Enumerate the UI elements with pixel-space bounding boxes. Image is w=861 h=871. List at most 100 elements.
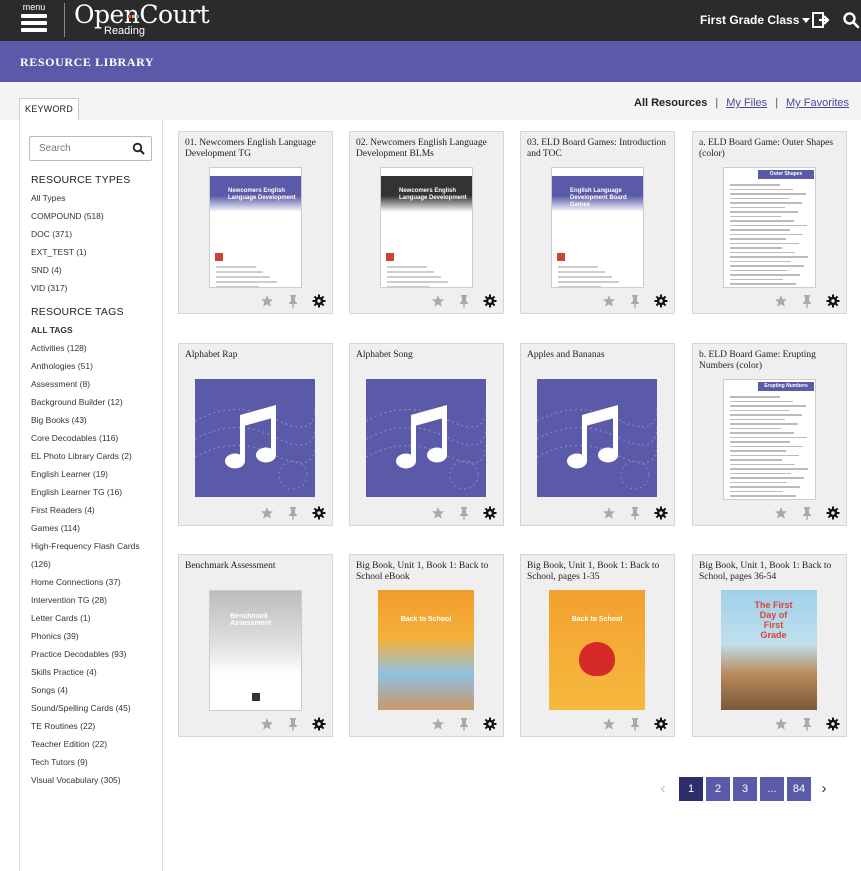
gear-icon[interactable] [312, 717, 326, 731]
pin-icon[interactable] [800, 506, 814, 520]
resource-tag-item[interactable]: Visual Vocabulary (305) [31, 771, 140, 789]
menu-button[interactable]: menu [14, 2, 54, 38]
star-icon[interactable] [602, 294, 616, 308]
resource-type-item[interactable]: SND (4) [31, 261, 104, 279]
pagination-page[interactable]: ... [760, 777, 784, 801]
star-icon[interactable] [602, 717, 616, 731]
pagination-next[interactable]: › [816, 777, 832, 801]
resource-card[interactable]: 02. Newcomers English Language Developme… [349, 131, 504, 314]
pagination-page[interactable]: 1 [679, 777, 703, 801]
resource-tag-item[interactable]: Phonics (39) [31, 627, 140, 645]
pin-icon[interactable] [457, 294, 471, 308]
pagination-page[interactable]: 84 [787, 777, 811, 801]
gear-icon[interactable] [826, 294, 840, 308]
resource-tag-item[interactable]: Big Books (43) [31, 411, 140, 429]
resource-tag-item[interactable]: Skills Practice (4) [31, 663, 140, 681]
gear-icon[interactable] [483, 717, 497, 731]
pin-icon[interactable] [457, 717, 471, 731]
resource-card[interactable]: Big Book, Unit 1, Book 1: Back to School… [520, 554, 675, 737]
resource-card[interactable]: Alphabet Song [349, 343, 504, 526]
resource-tag-item[interactable]: First Readers (4) [31, 501, 140, 519]
view-my-files[interactable]: My Files [726, 97, 767, 109]
resource-title[interactable]: Alphabet Song [356, 350, 499, 361]
pin-icon[interactable] [286, 294, 300, 308]
music-note-icon[interactable] [366, 379, 486, 497]
gear-icon[interactable] [312, 294, 326, 308]
search-icon[interactable] [132, 142, 145, 155]
resource-tag-item[interactable]: ALL TAGS [31, 321, 140, 339]
gear-icon[interactable] [826, 717, 840, 731]
resource-tag-item[interactable]: Assessment (8) [31, 375, 140, 393]
tab-keyword[interactable]: KEYWORD [19, 98, 79, 120]
resource-thumbnail[interactable]: English Language Development Board Games [551, 167, 644, 288]
resource-tag-item[interactable]: Home Connections (37) [31, 573, 140, 591]
search-icon[interactable] [842, 11, 860, 29]
gear-icon[interactable] [654, 294, 668, 308]
resource-title[interactable]: Apples and Bananas [527, 350, 670, 361]
resource-tag-item[interactable]: Core Decodables (116) [31, 429, 140, 447]
music-note-icon[interactable] [195, 379, 315, 497]
resource-tag-item[interactable]: EL Photo Library Cards (2) [31, 447, 140, 465]
resource-thumbnail[interactable]: Newcomers English Language Development [380, 167, 473, 288]
resource-tag-item[interactable]: Songs (4) [31, 681, 140, 699]
resource-card[interactable]: Apples and Bananas [520, 343, 675, 526]
resource-tag-item[interactable]: Background Builder (12) [31, 393, 140, 411]
resource-tag-item[interactable]: Tech Tutors (9) [31, 753, 140, 771]
resource-title[interactable]: Big Book, Unit 1, Book 1: Back to School… [356, 561, 499, 583]
resource-tag-item[interactable]: Sound/Spelling Cards (45) [31, 699, 140, 717]
resource-card[interactable]: a. ELD Board Game: Outer Shapes (color) O… [692, 131, 847, 314]
resource-tag-item[interactable]: High-Frequency Flash Cards [31, 537, 140, 555]
resource-thumbnail[interactable]: Newcomers English Language Development [209, 167, 302, 288]
gear-icon[interactable] [654, 717, 668, 731]
star-icon[interactable] [431, 506, 445, 520]
pin-icon[interactable] [457, 506, 471, 520]
view-my-favorites[interactable]: My Favorites [786, 97, 849, 109]
resource-type-item[interactable]: EXT_TEST (1) [31, 243, 104, 261]
pin-icon[interactable] [628, 717, 642, 731]
resource-title[interactable]: 02. Newcomers English Language Developme… [356, 138, 499, 160]
resource-type-item[interactable]: All Types [31, 189, 104, 207]
pagination-page[interactable]: 2 [706, 777, 730, 801]
resource-type-item[interactable]: COMPOUND (518) [31, 207, 104, 225]
resource-thumbnail[interactable]: The First Day of First Grade [721, 590, 817, 710]
pin-icon[interactable] [800, 294, 814, 308]
pin-icon[interactable] [628, 506, 642, 520]
resource-title[interactable]: Alphabet Rap [185, 350, 328, 361]
star-icon[interactable] [774, 717, 788, 731]
resource-thumbnail[interactable]: Outer Shapes [723, 167, 816, 288]
star-icon[interactable] [260, 294, 274, 308]
pin-icon[interactable] [286, 717, 300, 731]
logout-icon[interactable] [812, 11, 830, 29]
resource-tag-item[interactable]: Activities (128) [31, 339, 140, 357]
resource-thumbnail[interactable]: Back to School [378, 590, 474, 710]
resource-card[interactable]: Alphabet Rap [178, 343, 333, 526]
pin-icon[interactable] [628, 294, 642, 308]
pagination-page[interactable]: 3 [733, 777, 757, 801]
resource-tag-item[interactable]: Letter Cards (1) [31, 609, 140, 627]
resource-type-item[interactable]: DOC (371) [31, 225, 104, 243]
resource-title[interactable]: b. ELD Board Game: Erupting Numbers (col… [699, 350, 842, 372]
resource-title[interactable]: Big Book, Unit 1, Book 1: Back to School… [527, 561, 670, 583]
star-icon[interactable] [260, 506, 274, 520]
resource-card[interactable]: b. ELD Board Game: Erupting Numbers (col… [692, 343, 847, 526]
resource-tag-item[interactable]: TE Routines (22) [31, 717, 140, 735]
star-icon[interactable] [602, 506, 616, 520]
resource-card[interactable]: 01. Newcomers English Language Developme… [178, 131, 333, 314]
resource-tag-item[interactable]: Games (114) [31, 519, 140, 537]
resource-tag-item[interactable]: Teacher Edition (22) [31, 735, 140, 753]
pin-icon[interactable] [800, 717, 814, 731]
resource-tag-item[interactable]: English Learner TG (16) [31, 483, 140, 501]
resource-card[interactable]: Big Book, Unit 1, Book 1: Back to School… [349, 554, 504, 737]
music-note-icon[interactable] [537, 379, 657, 497]
star-icon[interactable] [431, 294, 445, 308]
resource-tag-item[interactable]: (126) [31, 555, 140, 573]
resource-card[interactable]: Benchmark Assessment Benchmark Assessment [178, 554, 333, 737]
resource-type-item[interactable]: VID (317) [31, 279, 104, 297]
pin-icon[interactable] [286, 506, 300, 520]
star-icon[interactable] [774, 294, 788, 308]
view-all-resources[interactable]: All Resources [634, 97, 707, 109]
star-icon[interactable] [260, 717, 274, 731]
gear-icon[interactable] [826, 506, 840, 520]
gear-icon[interactable] [483, 506, 497, 520]
gear-icon[interactable] [312, 506, 326, 520]
